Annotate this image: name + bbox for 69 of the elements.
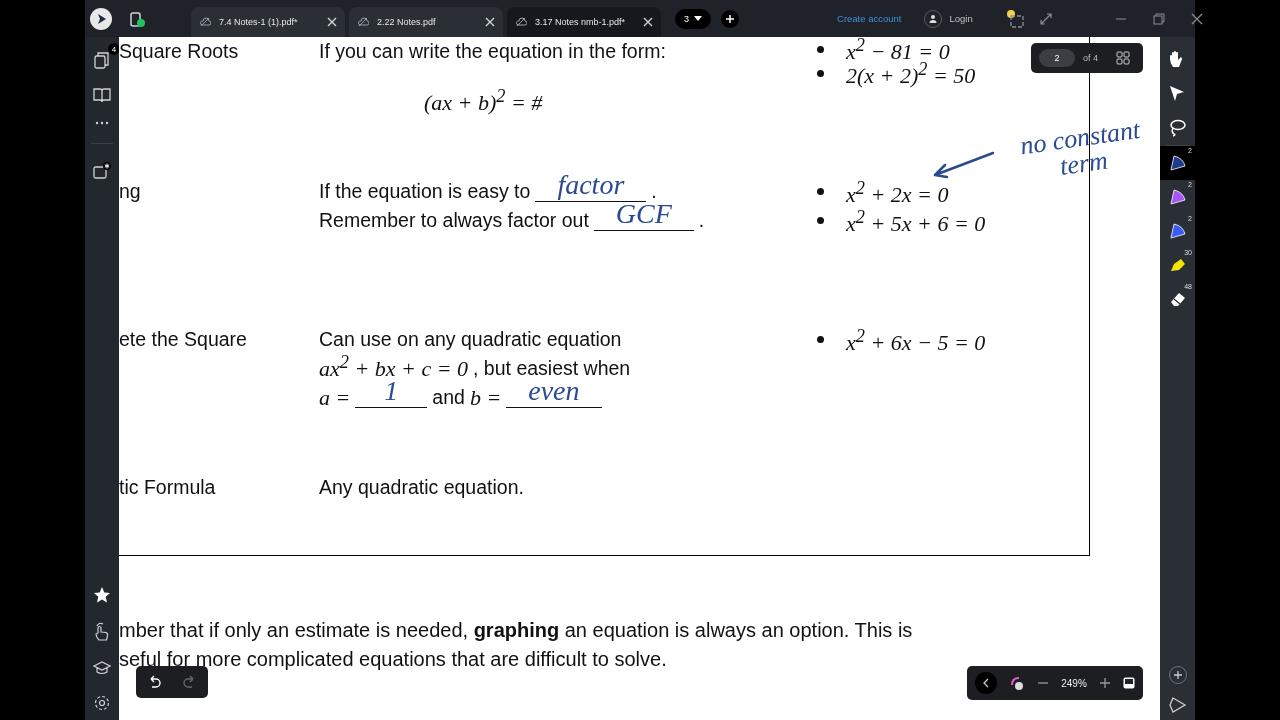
- user-icon[interactable]: [924, 9, 943, 28]
- document-tab[interactable]: 7.4 Notes-1 (1).pdf*: [191, 7, 345, 37]
- folder-icon[interactable]: [92, 162, 112, 180]
- zoom-in-icon[interactable]: [1098, 677, 1111, 689]
- math-expression: a =: [319, 384, 351, 412]
- more-icon[interactable]: [95, 121, 109, 125]
- method-label: Square Roots: [119, 39, 240, 64]
- shape-icon[interactable]: [1168, 696, 1187, 714]
- equation: x$^{2}$ + 6x − 5 = 0: [846, 324, 986, 358]
- description-text: If the equation is easy to: [319, 179, 531, 204]
- logo-icon[interactable]: [90, 7, 112, 30]
- cloud-off-icon: [515, 17, 527, 27]
- fill-in-line: factor: [535, 168, 647, 202]
- login-link[interactable]: Login: [949, 13, 973, 24]
- paragraph-text: mber that if only an estimate is needed, graphing an equation is always an option. This is: [119, 618, 914, 643]
- description-text: and: [432, 385, 465, 410]
- close-icon[interactable]: [1190, 12, 1203, 25]
- create-account-link[interactable]: Create account: [837, 13, 902, 24]
- document-tab[interactable]: 3.17 Notes nmb-1.pdf*: [507, 7, 661, 37]
- close-icon[interactable]: [643, 17, 653, 27]
- description-text: Any quadratic equation.: [319, 475, 524, 500]
- fill-in-line: GCF: [593, 197, 694, 231]
- math-expression: (ax + b)$^{2}$ = #: [424, 84, 543, 117]
- bullet-dot: [817, 336, 824, 343]
- page-total: of 4: [1083, 53, 1098, 63]
- cloud-off-icon: [199, 17, 211, 27]
- pen-icon[interactable]: [1167, 221, 1188, 241]
- hand-pointer-icon[interactable]: [93, 622, 111, 642]
- screen-add-icon[interactable]: [1004, 8, 1025, 29]
- add-tab-icon[interactable]: [721, 9, 739, 28]
- method-label: ng: [119, 179, 142, 204]
- fill-in-line: even: [506, 374, 602, 408]
- star-icon[interactable]: [93, 586, 111, 604]
- panel-icon[interactable]: [1122, 677, 1135, 689]
- math-expression: b =: [469, 384, 502, 412]
- bullet-dot: [817, 45, 824, 53]
- grid-icon[interactable]: [1116, 51, 1130, 65]
- lasso-icon[interactable]: [1167, 118, 1188, 138]
- restore-icon[interactable]: [1152, 12, 1165, 25]
- expand-icon[interactable]: [1038, 11, 1053, 26]
- tab-count-button[interactable]: 3: [675, 8, 711, 29]
- sync-icon[interactable]: [129, 9, 145, 28]
- paragraph-text: seful for more complicated equations that are difficult to solve.: [119, 647, 668, 672]
- method-label: tic Formula: [119, 475, 217, 500]
- settings-icon[interactable]: [93, 694, 111, 712]
- close-icon[interactable]: [485, 17, 495, 27]
- description-text: Can use on any quadratic equation: [319, 327, 622, 352]
- count-badge: 4: [108, 43, 120, 55]
- book-icon[interactable]: [93, 87, 111, 103]
- handwritten-note: no constant term: [1017, 114, 1143, 184]
- description-text: Remember to always factor out: [319, 208, 589, 233]
- close-icon[interactable]: [327, 17, 337, 27]
- caret-icon: [694, 15, 702, 22]
- bullet-dot: [817, 188, 824, 195]
- description-text: .: [698, 208, 705, 233]
- add-icon[interactable]: [1168, 666, 1187, 684]
- zoom-percent: 249%: [1061, 677, 1087, 689]
- graduation-cap-icon[interactable]: [93, 660, 111, 676]
- bullet-dot: [817, 69, 824, 77]
- back-icon[interactable]: [975, 672, 997, 694]
- method-label: ete the Square: [119, 327, 248, 352]
- document-tab[interactable]: 2.22 Notes.pdf: [349, 7, 503, 37]
- bullet-dot: [817, 217, 824, 224]
- pen-icon[interactable]: [1167, 187, 1188, 207]
- page-number-field[interactable]: 2: [1039, 49, 1075, 67]
- pages-icon[interactable]: [93, 51, 111, 69]
- pen-icon[interactable]: [1167, 153, 1188, 173]
- cloud-off-icon: [357, 17, 369, 27]
- description-text: If you can write the equation in the form:: [319, 39, 666, 64]
